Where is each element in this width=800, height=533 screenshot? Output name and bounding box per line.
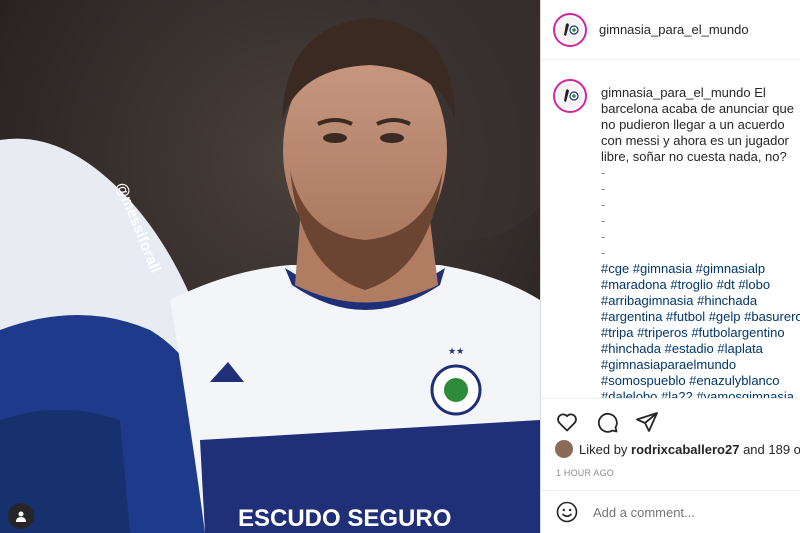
caption-dash: - [601,229,606,244]
post-actions [541,398,800,444]
share-button[interactable] [635,410,659,434]
share-icon [636,411,658,432]
emoji-icon [556,501,578,523]
user-icon [16,511,26,522]
comment-input[interactable] [593,504,773,520]
caption-dash: - [601,213,606,228]
heart-icon [557,413,577,431]
photo-illustration: ★★ [0,0,540,533]
caption-avatar[interactable] [553,79,587,113]
comment-icon [597,412,618,433]
post-header: gimnasia_para_el_mundo [541,0,800,60]
caption-dash: - [601,165,606,180]
likes-summary[interactable]: Liked by rodrixcaballero27 and 189 other… [555,440,800,458]
liker-avatar [555,440,573,458]
caption-username-link[interactable]: gimnasia_para_el_mundo [601,85,751,100]
ribbon-crest-icon [564,89,579,102]
caption-area: gimnasia_para_el_mundo El barcelona acab… [541,61,800,398]
jersey-sponsor-text: ESCUDO SEGURO [238,505,452,532]
post-timestamp[interactable]: 1 HOUR AGO [556,468,614,478]
comment-button[interactable] [595,410,619,434]
likes-prefix: Liked by [579,441,628,457]
caption-dash: - [601,245,606,260]
tagged-users-button[interactable] [8,503,34,529]
svg-text:★★: ★★ [448,347,464,357]
comment-bar [541,490,800,533]
liker-username-link[interactable]: rodrixcaballero27 [631,442,739,457]
post-photo[interactable]: ★★ @messiforall ESCUDO SEGURO [0,0,540,533]
like-button[interactable] [555,410,579,434]
caption-text: gimnasia_para_el_mundo El barcelona acab… [601,85,800,398]
caption-dash: - [601,197,606,212]
ribbon-crest-icon [564,22,579,36]
caption-dash: - [601,181,606,196]
caption-hashtags[interactable]: #cge #gimnasia #gimnasialp #maradona #tr… [601,261,800,398]
emoji-button[interactable] [555,500,579,524]
post-side-panel: gimnasia_para_el_mundo gimnasia_para_el_… [541,0,800,533]
likes-suffix: and 189 others [743,441,800,457]
header-username-link[interactable]: gimnasia_para_el_mundo [599,22,749,37]
profile-avatar[interactable] [553,12,587,47]
